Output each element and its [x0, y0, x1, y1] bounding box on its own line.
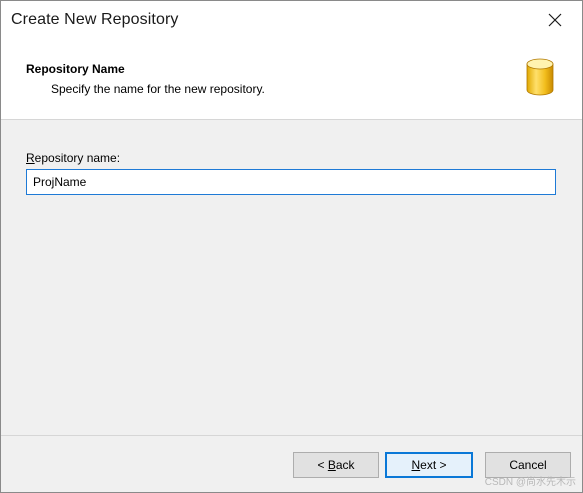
- back-button-prefix: <: [317, 458, 328, 472]
- database-icon: [526, 58, 554, 96]
- page-description: Specify the name for the new repository.: [51, 82, 265, 96]
- repository-name-label-mnemonic: R: [26, 151, 35, 165]
- next-button-text: ext >: [420, 458, 447, 472]
- footer-separator: [1, 435, 582, 436]
- wizard-header: Repository Name Specify the name for the…: [1, 39, 582, 120]
- repository-name-input[interactable]: [26, 169, 556, 195]
- repository-name-label: Repository name:: [26, 151, 120, 165]
- back-button-text: ack: [335, 458, 355, 472]
- page-title: Repository Name: [26, 62, 125, 76]
- close-button[interactable]: [534, 5, 576, 35]
- back-button-mnemonic: B: [327, 458, 336, 472]
- create-repository-dialog: Create New Repository Repository Name Sp…: [0, 0, 583, 493]
- repository-name-label-text: epository name:: [34, 151, 121, 165]
- close-icon: [548, 13, 562, 27]
- title-bar: Create New Repository: [1, 1, 582, 39]
- back-button[interactable]: < Back: [293, 452, 379, 478]
- watermark: CSDN @尚水先木示: [484, 477, 576, 488]
- window-title: Create New Repository: [11, 11, 179, 28]
- next-button[interactable]: Next >: [385, 452, 473, 478]
- next-button-mnemonic: N: [411, 458, 421, 472]
